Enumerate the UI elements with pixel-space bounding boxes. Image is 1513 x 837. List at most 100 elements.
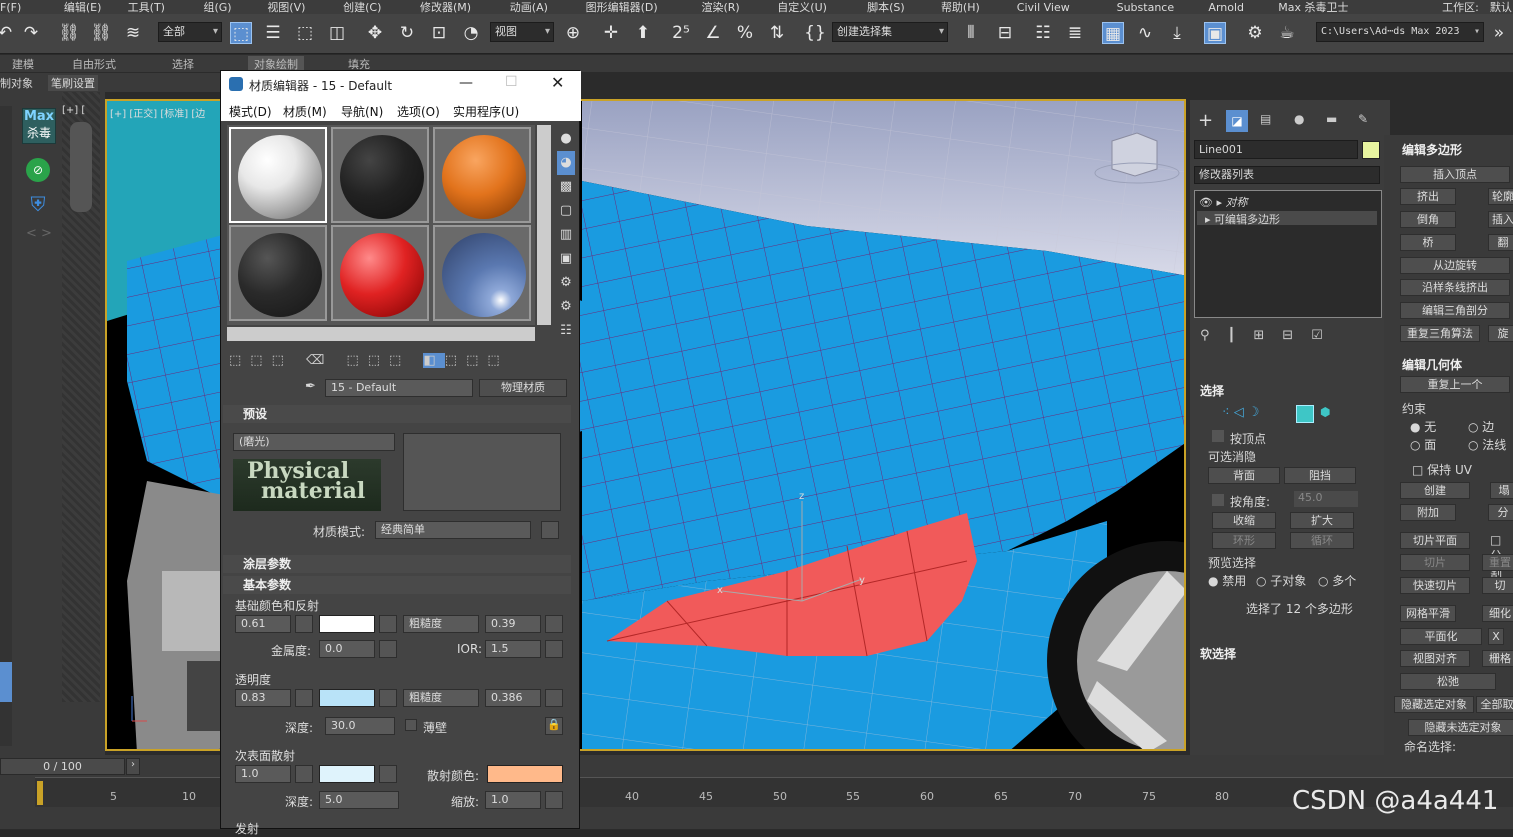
insert-vertex-button[interactable]: 插入顶点 <box>1400 166 1510 183</box>
turn-button[interactable]: 旋 <box>1488 325 1513 342</box>
slots-hscrollbar[interactable] <box>227 327 535 341</box>
display-tab-icon[interactable]: ▬ <box>1326 112 1337 126</box>
unlink-icon[interactable]: ⛓ <box>90 22 112 44</box>
slice-button[interactable]: 切片 <box>1400 554 1470 571</box>
lock-icon[interactable]: 🔒 <box>545 717 563 735</box>
menu-group[interactable]: 组(G) <box>203 1 263 14</box>
basic-params-rollout[interactable]: 基本参数 <box>223 576 571 594</box>
pivot-center-icon[interactable]: ⊕ <box>562 22 584 44</box>
cut-button[interactable]: 切 <box>1482 577 1513 594</box>
trans-color-swatch[interactable] <box>319 689 375 707</box>
spinner-snap-icon[interactable]: ⇅ <box>766 22 788 44</box>
eyedropper-icon[interactable]: ✒ <box>305 379 316 394</box>
tab-modeling[interactable]: 建模 <box>12 56 34 72</box>
modify-tab-icon[interactable]: ◪ <box>1226 110 1248 132</box>
utilities-tab-icon[interactable]: ✎ <box>1358 112 1368 126</box>
by-angle-checkbox[interactable] <box>1212 494 1224 506</box>
soft-selection-rollout[interactable]: 软选择 <box>1200 645 1236 662</box>
ior-map[interactable] <box>545 640 563 658</box>
viewport-label-left[interactable]: [+] [ <box>62 105 85 116</box>
retriangulate-button[interactable]: 重复三角算法 <box>1400 325 1480 342</box>
subobject-polygon-icon[interactable] <box>1296 405 1314 423</box>
edit-geometry-header[interactable]: 编辑几何体 <box>1402 356 1462 373</box>
next-frame-icon[interactable]: › <box>126 758 140 775</box>
edit-triangulation-button[interactable]: 编辑三角剖分 <box>1400 302 1510 319</box>
max-antivirus-badge[interactable]: Max 杀毒 <box>22 108 56 144</box>
sss-weight-map[interactable] <box>295 765 313 783</box>
select-by-material-icon[interactable]: ⚙ <box>557 295 575 319</box>
scale-icon[interactable]: ⊡ <box>428 22 450 44</box>
preview-off-radio[interactable]: ● 禁用 <box>1208 572 1246 589</box>
preserve-uv-checkbox[interactable]: □ 保持 UV <box>1412 461 1472 478</box>
attach-button[interactable]: 附加 <box>1400 504 1456 521</box>
occluded-button[interactable]: 阻挡 <box>1284 467 1356 484</box>
menu-arnold[interactable]: Arnold <box>1208 1 1274 14</box>
undo-icon[interactable]: ↶ <box>0 22 16 44</box>
options-icon[interactable]: ⚙ <box>557 271 575 295</box>
backface-button[interactable]: 背面 <box>1208 467 1280 484</box>
tab-selection[interactable]: 选择 <box>172 56 194 72</box>
frame-counter[interactable]: 0 / 100 <box>0 758 125 775</box>
ribbon-toggle-icon[interactable]: ▦ <box>1102 22 1124 44</box>
video-color-icon[interactable]: ▥ <box>557 223 575 247</box>
metalness-map[interactable] <box>379 640 397 658</box>
window-crossing-icon[interactable]: ◫ <box>326 22 348 44</box>
link-icon[interactable]: ⛓ <box>58 22 80 44</box>
reference-coordinate-dropdown[interactable]: 视图 <box>490 22 554 42</box>
menu-scripting[interactable]: 脚本(S) <box>867 1 937 14</box>
stack-tools-icons[interactable]: ⚲┃⊞⊟☑ <box>1200 328 1341 343</box>
slots-scrollbar[interactable] <box>537 125 551 325</box>
base-weight-map[interactable] <box>295 615 313 633</box>
edit-polygons-header[interactable]: 编辑多边形 <box>1402 141 1462 158</box>
sample-slot[interactable] <box>433 225 531 321</box>
percent-snap-icon[interactable]: % <box>734 22 756 44</box>
depth-spinner[interactable]: 30.0 <box>325 717 395 735</box>
scatter-color-swatch[interactable] <box>487 765 563 783</box>
project-path-field[interactable]: C:\Users\Ad⋯ds Max 2023 <box>1316 22 1484 42</box>
rotate-icon[interactable]: ↻ <box>396 22 418 44</box>
edit-named-selection-icon[interactable]: {} <box>804 22 826 44</box>
extrude-spline-button[interactable]: 沿样条线挤出 <box>1400 279 1510 296</box>
tab-freeform[interactable]: 自由形式 <box>72 56 116 72</box>
viewport-label[interactable]: [+] [正交] [标准] [边 <box>110 105 205 120</box>
scale-map[interactable] <box>545 791 563 809</box>
backlight-icon[interactable]: ◕ <box>557 151 575 175</box>
nav-arrows-icon[interactable]: < > <box>26 226 52 241</box>
preview-subobject-radio[interactable]: ○ 子对象 <box>1256 572 1306 589</box>
menu-customize[interactable]: 自定义(U) <box>777 1 863 14</box>
bind-space-warp-icon[interactable]: ≋ <box>122 22 144 44</box>
brush-settings-label[interactable]: 笔刷设置 <box>48 75 98 91</box>
material-editor-window[interactable]: 材质编辑器 - 15 - Default — ☐ ✕ 模式(D) 材质(M) 导… <box>220 70 581 836</box>
expand-toolbar-icon[interactable]: » <box>1488 22 1510 44</box>
create-button[interactable]: 创建 <box>1400 482 1470 499</box>
workspace-value[interactable]: 默认 <box>1490 1 1513 14</box>
presets-rollout[interactable]: 预设 <box>223 405 571 423</box>
render-frame-icon[interactable]: ☕ <box>1276 22 1298 44</box>
menu-file[interactable]: F(F) <box>0 1 50 14</box>
sss-weight-spinner[interactable]: 1.0 <box>235 765 291 783</box>
sss-depth-spinner[interactable]: 5.0 <box>319 791 399 809</box>
save-icon[interactable] <box>541 521 559 539</box>
material-mode-dropdown[interactable]: 经典简单 <box>375 521 531 539</box>
me-menu-material[interactable]: 材质(M) <box>283 103 327 120</box>
inset-button[interactable]: 插入 <box>1488 211 1513 228</box>
shrink-button[interactable]: 收缩 <box>1212 512 1276 529</box>
thin-wall-checkbox[interactable] <box>405 719 417 731</box>
material-navigator-icon[interactable]: ☷ <box>557 319 575 343</box>
meshsmooth-button[interactable]: 网格平滑 <box>1400 605 1456 622</box>
make-preview-icon[interactable]: ▣ <box>557 247 575 271</box>
coating-rollout[interactable]: 涂层参数 <box>223 555 571 573</box>
menu-graph-editors[interactable]: 图形编辑器(D) <box>586 1 698 14</box>
bevel-button[interactable]: 倒角 <box>1400 211 1456 228</box>
time-slider-handle[interactable] <box>37 781 43 805</box>
menu-animation[interactable]: 动画(A) <box>510 1 582 14</box>
menu-edit[interactable]: 编辑(E) <box>54 1 124 14</box>
material-editor-titlebar[interactable]: 材质编辑器 - 15 - Default — ☐ ✕ <box>221 71 581 99</box>
menu-civil-view[interactable]: Civil View <box>1017 1 1113 14</box>
selection-filter-dropdown[interactable]: 全部 <box>158 22 222 42</box>
view-align-button[interactable]: 视图对齐 <box>1400 650 1470 667</box>
trans-color-map[interactable] <box>379 689 397 707</box>
extrude-button[interactable]: 挤出 <box>1400 188 1456 205</box>
grow-button[interactable]: 扩大 <box>1290 512 1354 529</box>
schematic-view-icon[interactable]: ⤓ <box>1166 22 1188 44</box>
